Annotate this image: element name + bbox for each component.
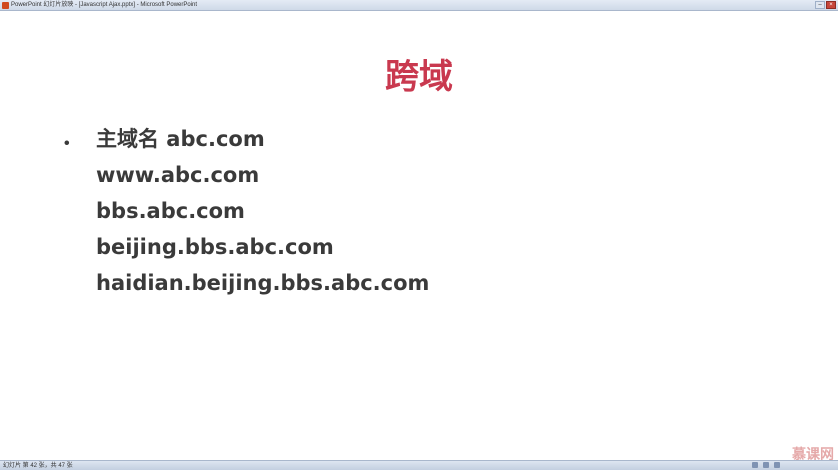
close-button[interactable]: × — [826, 1, 836, 9]
window-title: PowerPoint 幻灯片放映 - [Javascript Ajax.pptx… — [11, 2, 198, 8]
slide-canvas[interactable]: 跨域 • 主域名 abc.com www.abc.com bbs.abc.com… — [0, 11, 838, 460]
list-item: 主域名 abc.com — [96, 127, 265, 151]
bullet-icon: • — [64, 135, 70, 152]
list-item: beijing.bbs.abc.com — [96, 235, 334, 259]
window-titlebar: PowerPoint 幻灯片放映 - [Javascript Ajax.pptx… — [0, 0, 838, 11]
list-item: haidian.beijing.bbs.abc.com — [96, 271, 430, 295]
bullet-list: 主域名 abc.com www.abc.com bbs.abc.com beij… — [96, 127, 429, 307]
normal-view-icon[interactable] — [752, 462, 758, 468]
slide-sorter-icon[interactable] — [763, 462, 769, 468]
powerpoint-icon — [2, 1, 9, 9]
list-item: bbs.abc.com — [96, 199, 245, 223]
slide-title: 跨域 — [385, 57, 453, 97]
minimize-button[interactable]: – — [815, 1, 825, 9]
view-buttons — [752, 462, 780, 468]
list-item: www.abc.com — [96, 163, 260, 187]
slideshow-icon[interactable] — [774, 462, 780, 468]
window-controls: – × — [815, 1, 836, 9]
